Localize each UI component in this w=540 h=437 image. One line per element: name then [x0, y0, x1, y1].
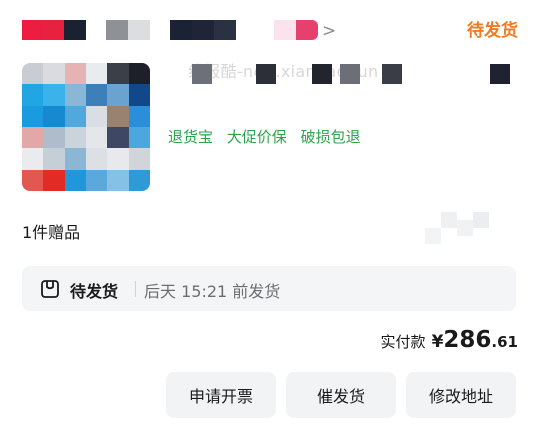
urge-shipping-button[interactable]: 催发货	[286, 372, 396, 418]
amount-integer: 286	[443, 327, 492, 353]
product-title-blurred[interactable]	[168, 60, 518, 90]
package-icon	[41, 280, 59, 298]
change-address-button[interactable]: 修改地址	[406, 372, 516, 418]
gift-label[interactable]: 1件赠品	[22, 219, 80, 243]
shop-name-blurred[interactable]	[22, 18, 322, 44]
chevron-right-icon[interactable]: >	[322, 20, 336, 42]
shipping-title: 待发货	[70, 282, 119, 301]
paid-amount: 实付款 ¥ 286 .61	[381, 327, 518, 353]
service-tags: 退货宝 大促价保 破损包退	[168, 126, 370, 147]
request-invoice-button[interactable]: 申请开票	[166, 372, 276, 418]
amount-decimal: .61	[491, 333, 518, 351]
shipping-deadline: 后天 15:21 前发货	[144, 282, 281, 301]
service-tag-price-protect: 大促价保	[226, 128, 287, 146]
service-tag-return: 退货宝	[168, 128, 214, 146]
gift-thumbnail-blurred[interactable]	[425, 212, 515, 257]
service-tag-damage-return: 破损包退	[300, 128, 361, 146]
divider	[135, 281, 136, 297]
product-thumbnail[interactable]	[22, 63, 150, 191]
shipping-status-bar[interactable]: 待发货 后天 15:21 前发货	[22, 266, 516, 311]
paid-label: 实付款	[380, 333, 426, 351]
currency-symbol: ¥	[431, 332, 444, 352]
order-status: 待发货	[467, 21, 518, 41]
